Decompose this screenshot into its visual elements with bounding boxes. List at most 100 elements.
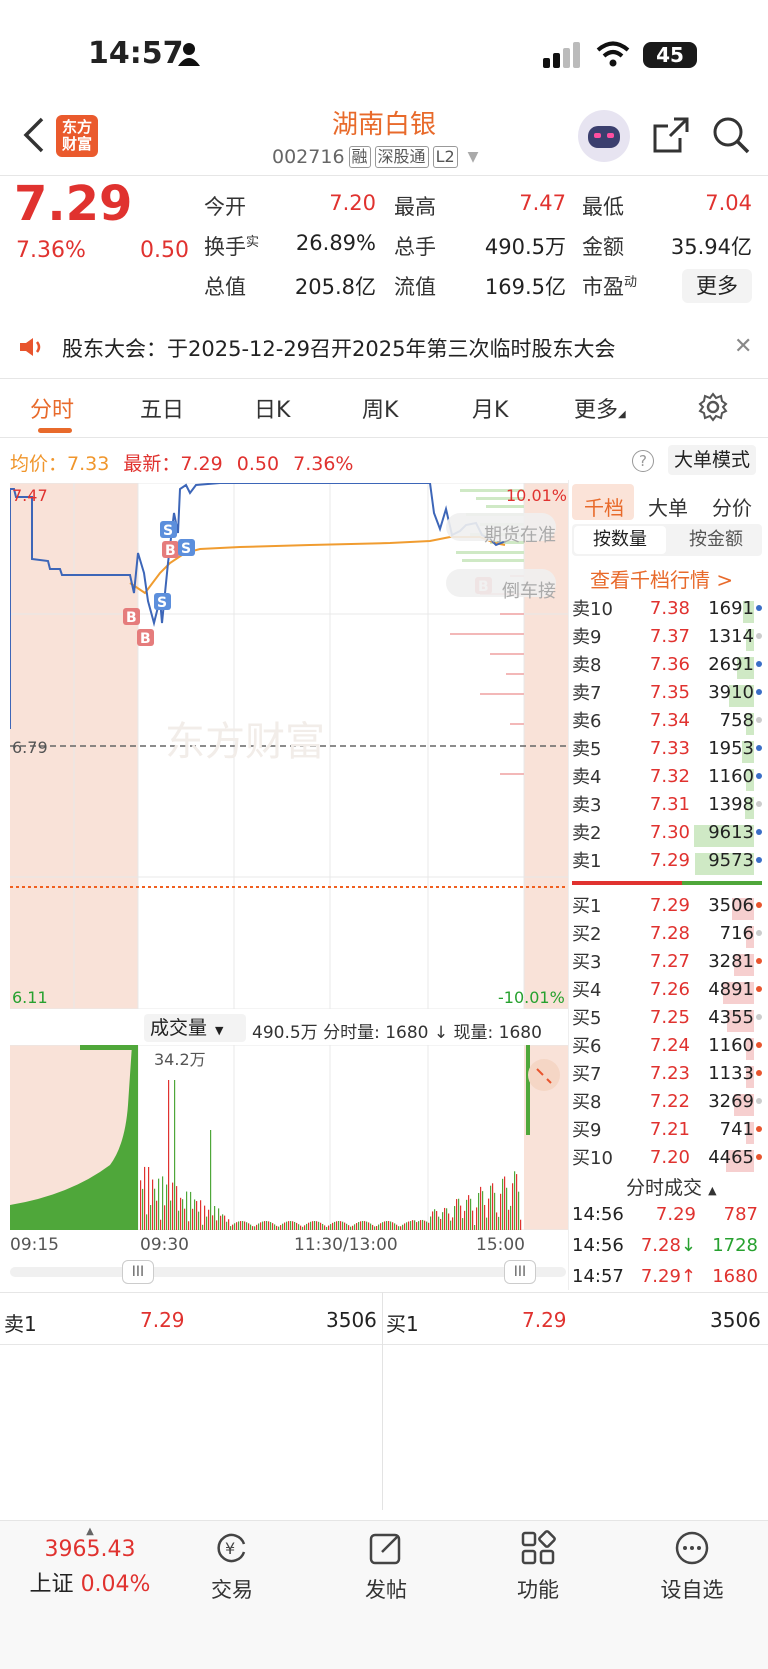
buy-level-9[interactable]: 买9 7.21 741	[572, 1115, 762, 1144]
level-price: 7.20	[649, 1146, 690, 1168]
time-label-open: 09:30	[140, 1235, 189, 1255]
buy-level-6[interactable]: 买6 7.24 1160	[572, 1031, 762, 1060]
index-ticker[interactable]: ▲ 3965.43 上证 0.04%	[20, 1526, 160, 1598]
ob-tab-bigorder[interactable]: 大单	[648, 492, 688, 521]
tab-intraday[interactable]: 分时	[30, 392, 74, 424]
ob-subtab-amount[interactable]: 按金额	[670, 526, 762, 554]
svg-text:S: S	[163, 523, 173, 539]
overlay-futures[interactable]: 期货在准	[484, 521, 556, 547]
ob-tab-price[interactable]: 分价	[712, 492, 752, 521]
assistant-avatar[interactable]	[578, 110, 630, 162]
level-volume: 1133	[690, 1063, 754, 1088]
nav-functions[interactable]: 功能	[478, 1530, 598, 1604]
more-dots-icon	[675, 1531, 709, 1565]
sell-level-10[interactable]: 卖1 7.29 9573	[572, 846, 762, 875]
volume-max-label: 34.2万	[154, 1050, 206, 1069]
stock-code-row[interactable]: 002716 融 深股通 L2 ▼	[272, 146, 478, 168]
level-volume: 3269	[690, 1091, 754, 1116]
nav-post[interactable]: 发帖	[326, 1530, 446, 1604]
tab-weekly-k[interactable]: 周K	[362, 392, 398, 424]
orderbook-divider	[572, 881, 682, 885]
level1-sell-volume: 3506	[326, 1308, 377, 1332]
signal-icon	[543, 42, 580, 68]
help-icon[interactable]: ?	[632, 450, 654, 472]
level1-buy-price: 7.29	[522, 1308, 567, 1332]
ob-subtab-volume[interactable]: 按数量	[574, 526, 666, 554]
sell-level-1[interactable]: 卖10 7.38 1691	[572, 594, 762, 623]
nav-add-watchlist[interactable]: 设自选	[632, 1530, 752, 1604]
svg-text:¥: ¥	[225, 1539, 235, 1558]
buy-level-2[interactable]: 买2 7.28 716	[572, 919, 762, 948]
quote-label-7: 流值	[394, 275, 436, 299]
speaker-icon	[20, 338, 41, 356]
ob-tab-thousand[interactable]: 千档	[584, 492, 624, 521]
tab-monthly-k[interactable]: 月K	[472, 392, 508, 424]
tick-row: 14:56 7.29 787	[572, 1200, 762, 1228]
battery-indicator: 45	[643, 42, 697, 68]
sell-level-2[interactable]: 卖9 7.37 1314	[572, 622, 762, 651]
range-handle-left[interactable]: III	[122, 1260, 154, 1284]
buy-level-4[interactable]: 买4 7.26 4891	[572, 975, 762, 1004]
sell-level-9[interactable]: 卖2 7.30 9613	[572, 818, 762, 847]
latest-pct: 7.36%	[293, 453, 354, 475]
buy-level-5[interactable]: 买5 7.25 4355	[572, 1003, 762, 1032]
avg-price: 7.33	[67, 453, 110, 475]
tag-l2: L2	[432, 146, 458, 168]
level-price: 7.23	[649, 1062, 690, 1084]
ticks-title[interactable]: 分时成交 ▲	[626, 1173, 717, 1200]
level-price: 7.31	[649, 793, 690, 815]
index-pct: 0.04%	[80, 1572, 151, 1597]
level-volume: 1691	[690, 598, 754, 623]
volume-selector[interactable]: 成交量 ▼	[144, 1014, 246, 1042]
sell-level-7[interactable]: 卖4 7.32 1160	[572, 762, 762, 791]
level-label: 卖4	[572, 767, 602, 788]
level1-sell-label: 卖1	[4, 1312, 37, 1336]
y-axis-bottom: 6.11	[12, 988, 48, 1007]
stock-code: 002716	[272, 146, 345, 168]
close-icon[interactable]: ✕	[734, 334, 752, 359]
more-button[interactable]: 更多	[682, 269, 752, 303]
pct-axis-bottom: -10.01%	[498, 988, 565, 1007]
nav-trade[interactable]: ¥ 交易	[172, 1530, 292, 1604]
buy-level-7[interactable]: 买7 7.23 1133	[572, 1059, 762, 1088]
level-volume: 1314	[690, 626, 754, 651]
buy-level-8[interactable]: 买8 7.22 3269	[572, 1087, 762, 1116]
buy-level-10[interactable]: 买10 7.20 4465	[572, 1143, 762, 1172]
tick-row: 14:56 7.28↓ 1728	[572, 1231, 762, 1259]
overlay-reversal[interactable]: 倒车接	[502, 577, 556, 603]
tag-connect: 深股通	[374, 146, 429, 168]
quote-value-5: 35.94亿	[670, 235, 752, 259]
intraday-price-chart[interactable]: 东方财富 B B S B S S B	[10, 483, 568, 1009]
svg-text:S: S	[181, 541, 191, 557]
level-price: 7.21	[649, 1118, 690, 1140]
time-label-noon: 11:30/13:00	[294, 1235, 398, 1255]
big-order-mode-button[interactable]: 大单模式	[668, 445, 756, 475]
level-label: 买9	[572, 1120, 602, 1141]
share-icon[interactable]	[652, 116, 690, 154]
sell-level-5[interactable]: 卖6 7.34 758	[572, 706, 762, 735]
search-icon[interactable]	[712, 116, 750, 154]
volume-chart[interactable]: 34.2万	[10, 1045, 568, 1230]
range-handle-right[interactable]: III	[504, 1260, 536, 1284]
tab-five-day[interactable]: 五日	[140, 392, 184, 424]
svg-text:B: B	[165, 543, 176, 559]
level-volume: 3281	[690, 951, 754, 976]
view-depth-link[interactable]: 查看千档行情 >	[590, 564, 733, 593]
settings-gear-icon[interactable]	[698, 392, 728, 422]
latest-label: 最新：	[123, 453, 181, 475]
buy-level-1[interactable]: 买1 7.29 3506	[572, 891, 762, 920]
sell-level-8[interactable]: 卖3 7.31 1398	[572, 790, 762, 819]
tab-daily-k[interactable]: 日K	[254, 392, 290, 424]
change-amount: 0.50	[140, 238, 189, 263]
sell-level-6[interactable]: 卖5 7.33 1953	[572, 734, 762, 763]
tab-more[interactable]: 更多◢	[574, 392, 626, 424]
level-price: 7.26	[649, 978, 690, 1000]
svg-text:S: S	[157, 595, 167, 611]
sell-level-4[interactable]: 卖7 7.35 3910	[572, 678, 762, 707]
buy-level-3[interactable]: 买3 7.27 3281	[572, 947, 762, 976]
level-label: 卖5	[572, 739, 602, 760]
quote-value-0: 7.20	[329, 191, 376, 215]
time-range-track[interactable]	[10, 1267, 566, 1277]
sell-level-3[interactable]: 卖8 7.36 2691	[572, 650, 762, 679]
level-price: 7.29	[649, 894, 690, 916]
